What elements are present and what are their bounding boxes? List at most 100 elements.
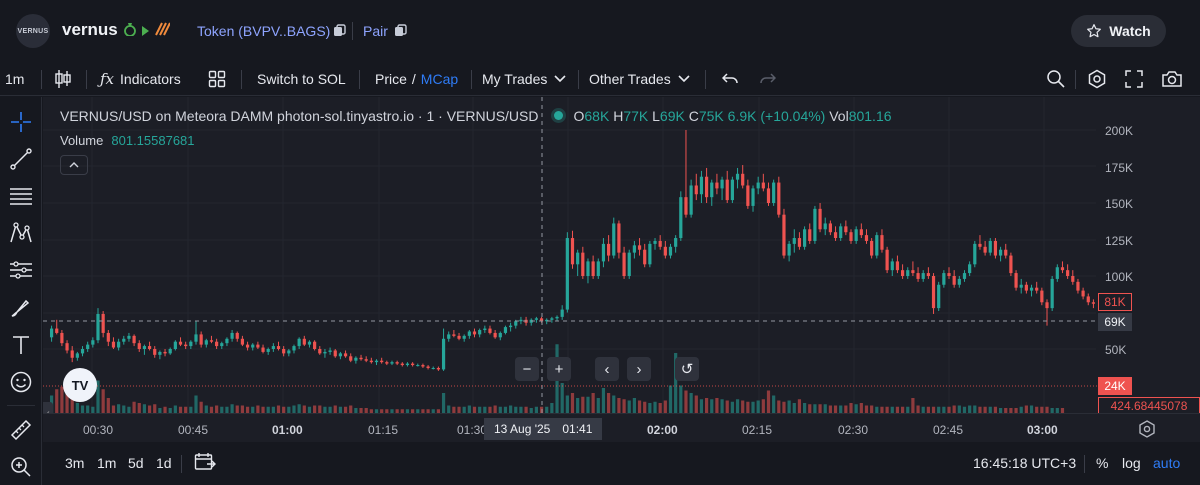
- candle-body: [498, 332, 502, 338]
- volume-bar: [859, 403, 863, 413]
- indicators-button[interactable]: ƒx Indicators: [100, 62, 181, 96]
- crosshair-tool[interactable]: [7, 108, 35, 136]
- settings-button[interactable]: [1087, 62, 1107, 96]
- my-trades-dropdown[interactable]: My Trades: [482, 62, 566, 96]
- zoom-tool[interactable]: [7, 453, 35, 481]
- candle-body: [235, 332, 239, 339]
- candle-body: [230, 332, 234, 339]
- candle-body: [1081, 290, 1085, 297]
- tradingview-logo[interactable]: TV: [63, 368, 97, 402]
- candle-body: [70, 350, 74, 358]
- volume-bar: [787, 400, 791, 413]
- switch-to-sol-button[interactable]: Switch to SOL: [257, 62, 346, 96]
- collapse-legend-button[interactable]: [60, 155, 88, 175]
- price-mcap-toggle[interactable]: Price / MCap: [375, 62, 458, 96]
- candlestick-chart[interactable]: [43, 97, 1200, 442]
- time-axis[interactable]: 00:30 00:45 01:00 01:15 01:30 02:00 02:1…: [43, 413, 1200, 442]
- candle-body: [962, 273, 967, 279]
- candle-body: [60, 332, 64, 344]
- brush-icon: [11, 299, 30, 317]
- watch-button[interactable]: Watch: [1071, 15, 1166, 47]
- reset-chart-button[interactable]: ↺: [675, 357, 699, 381]
- candle-body: [426, 366, 430, 368]
- date-range-button[interactable]: [194, 452, 216, 475]
- candle-body: [596, 261, 600, 276]
- toolbar-divider: [41, 70, 42, 89]
- volume-bar: [493, 405, 497, 413]
- range-3m-button[interactable]: 3m: [65, 455, 84, 471]
- brush-tool[interactable]: [7, 294, 35, 322]
- indicators-label: Indicators: [120, 71, 181, 87]
- candle-body: [643, 249, 647, 265]
- log-toggle[interactable]: log: [1122, 455, 1141, 471]
- candle-body: [906, 270, 910, 276]
- volume-label[interactable]: Volume: [60, 133, 103, 148]
- mcap-label[interactable]: MCap: [421, 71, 458, 87]
- candle-body: [1019, 284, 1023, 288]
- ruler-icon: [10, 419, 32, 441]
- token-link[interactable]: Token (BVPV..BAGS): [197, 23, 330, 39]
- toolbar-divider: [705, 70, 706, 89]
- range-5d-button[interactable]: 5d: [128, 455, 144, 471]
- high-key: H: [613, 108, 624, 124]
- chart-pane[interactable]: VERNUS/USD on Meteora DAMM photon-sol.ti…: [43, 97, 1200, 442]
- vol-value: 801.16: [848, 108, 892, 124]
- candle-body: [772, 182, 776, 203]
- pattern-tool[interactable]: [7, 219, 35, 247]
- redo-button[interactable]: [760, 62, 776, 96]
- other-trades-dropdown[interactable]: Other Trades: [589, 62, 690, 96]
- candle-body: [441, 338, 446, 370]
- zoom-out-button[interactable]: −: [515, 357, 539, 381]
- candle-body: [607, 243, 611, 256]
- fullscreen-button[interactable]: [1125, 62, 1143, 96]
- volume-bar: [199, 401, 203, 413]
- scroll-left-button[interactable]: ‹: [595, 357, 619, 381]
- zoom-in-button[interactable]: +: [547, 357, 571, 381]
- undo-button[interactable]: [722, 62, 738, 96]
- copy-icon[interactable]: [394, 24, 407, 37]
- candle-type-button[interactable]: [54, 62, 72, 96]
- candle-body: [209, 340, 214, 342]
- range-1d-button[interactable]: 1d: [156, 455, 172, 471]
- scroll-right-button[interactable]: ›: [627, 357, 651, 381]
- emoji-tool[interactable]: [7, 368, 35, 396]
- axis-settings-icon[interactable]: [1137, 419, 1157, 439]
- percent-toggle[interactable]: %: [1096, 455, 1108, 471]
- trendline-tool[interactable]: [7, 145, 35, 173]
- candle-body: [1060, 267, 1065, 271]
- candle-body: [828, 223, 832, 233]
- candle-body: [653, 240, 657, 244]
- candle-body: [942, 273, 946, 285]
- auto-scale-toggle[interactable]: auto: [1153, 455, 1180, 471]
- volume-bar: [147, 405, 152, 413]
- volume-bar: [741, 400, 745, 413]
- screenshot-button[interactable]: [1161, 62, 1183, 96]
- text-tool[interactable]: [7, 331, 35, 359]
- candle-body: [256, 344, 260, 348]
- candle-body: [684, 197, 688, 215]
- vol-key: Vol: [829, 108, 849, 124]
- ruler-tool[interactable]: [7, 416, 35, 444]
- candle-body: [720, 179, 724, 189]
- candle-body: [689, 185, 693, 215]
- volume-bar: [952, 405, 956, 413]
- candle-body: [282, 349, 286, 354]
- timezone-clock[interactable]: 16:45:18 UTC+3: [973, 455, 1076, 471]
- price-label[interactable]: Price: [375, 71, 407, 87]
- range-1m-button[interactable]: 1m: [97, 455, 116, 471]
- interval-selector[interactable]: 1m: [5, 62, 24, 96]
- volume-bar: [694, 395, 698, 413]
- toolbar-divider: [359, 70, 360, 89]
- prediction-tool[interactable]: [7, 256, 35, 284]
- layouts-button[interactable]: [208, 62, 226, 96]
- fib-tool[interactable]: [7, 182, 35, 210]
- candlestick-icon: [55, 70, 71, 88]
- candle-body: [390, 362, 394, 364]
- symbol-title[interactable]: VERNUS/USD on Meteora DAMM photon-sol.ti…: [60, 108, 538, 124]
- copy-icon[interactable]: [333, 24, 346, 37]
- pair-link[interactable]: Pair: [363, 23, 388, 39]
- candle-body: [833, 232, 838, 239]
- candle-body: [998, 249, 1003, 256]
- quick-search-button[interactable]: [1046, 62, 1066, 96]
- volume-bar: [256, 405, 260, 413]
